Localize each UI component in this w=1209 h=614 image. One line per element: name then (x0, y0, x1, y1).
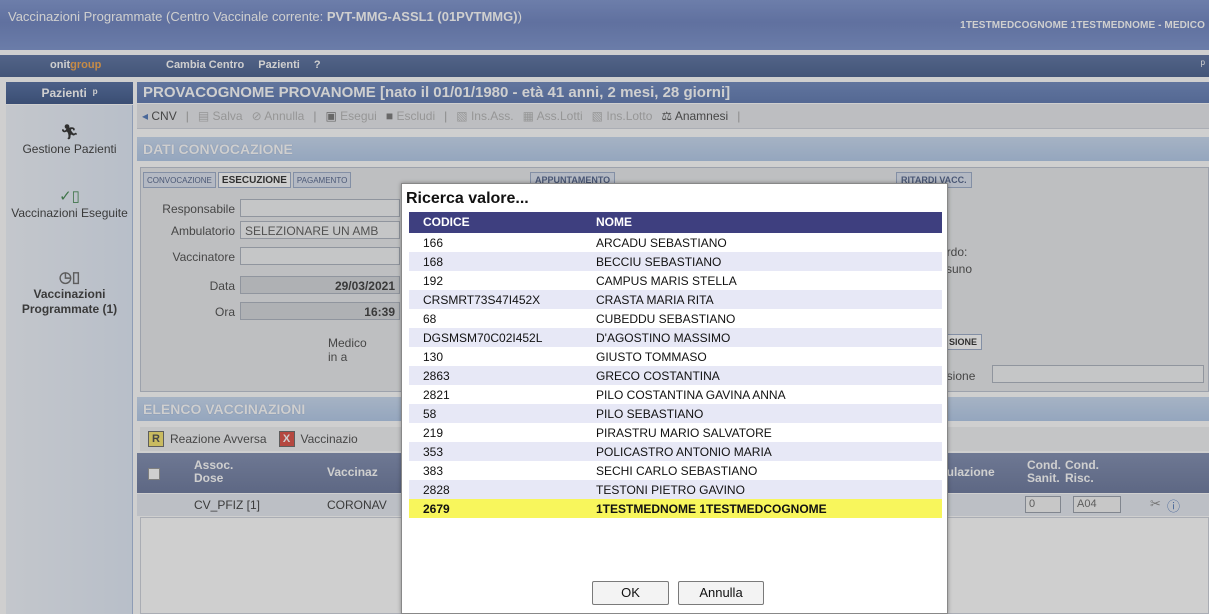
cell-codice: 2863 (423, 369, 450, 383)
cell-nome: PILO SEBASTIANO (596, 407, 704, 421)
cell-nome: CRASTA MARIA RITA (596, 293, 714, 307)
list-item[interactable]: 2828 TESTONI PIETRO GAVINO (409, 480, 942, 499)
cell-nome: GRECO COSTANTINA (596, 369, 720, 383)
cell-codice: 192 (423, 274, 444, 288)
ok-button[interactable]: OK (592, 581, 669, 605)
cell-codice: 2828 (423, 483, 450, 497)
cell-codice: 2679 (423, 502, 450, 516)
results-grid: CODICE NOME 166 ARCADU SEBASTIANO 168 BECCI… (409, 212, 942, 518)
cell-nome: CAMPUS MARIS STELLA (596, 274, 737, 288)
list-item[interactable]: 383 SECHI CARLO SEBASTIANO (409, 461, 942, 480)
cell-codice: DGSMSM70C02I452L (423, 331, 543, 345)
cell-codice: 383 (423, 464, 444, 478)
list-item[interactable]: 68 CUBEDDU SEBASTIANO (409, 309, 942, 328)
cell-codice: 130 (423, 350, 444, 364)
cell-nome: SECHI CARLO SEBASTIANO (596, 464, 758, 478)
cell-nome: CUBEDDU SEBASTIANO (596, 312, 736, 326)
col-codice: CODICE (423, 215, 470, 229)
col-nome: NOME (596, 215, 632, 229)
list-item[interactable]: 2821 PILO COSTANTINA GAVINA ANNA (409, 385, 942, 404)
dialog-title: Ricerca valore... (406, 190, 529, 207)
cell-nome: POLICASTRO ANTONIO MARIA (596, 445, 772, 459)
list-item[interactable]: 2863 GRECO COSTANTINA (409, 366, 942, 385)
cell-codice: 68 (423, 312, 437, 326)
grid-header: CODICE NOME (409, 212, 942, 233)
cell-nome: PILO COSTANTINA GAVINA ANNA (596, 388, 786, 402)
ricerca-valore-dialog: Ricerca valore... CODICE NOME 166 ARCADU … (401, 183, 948, 614)
cell-nome: BECCIU SEBASTIANO (596, 255, 722, 269)
cell-codice: CRSMRT73S47I452X (423, 293, 541, 307)
cell-codice: 353 (423, 445, 444, 459)
cell-nome: ARCADU SEBASTIANO (596, 236, 727, 250)
list-item[interactable]: 58 PILO SEBASTIANO (409, 404, 942, 423)
cell-codice: 166 (423, 236, 444, 250)
cell-nome: D'AGOSTINO MASSIMO (596, 331, 731, 345)
list-item[interactable]: 130 GIUSTO TOMMASO (409, 347, 942, 366)
grid-body: 166 ARCADU SEBASTIANO 168 BECCIU SEBASTIANO… (409, 233, 942, 518)
list-item[interactable]: 353 POLICASTRO ANTONIO MARIA (409, 442, 942, 461)
cell-codice: 168 (423, 255, 444, 269)
list-item[interactable]: 168 BECCIU SEBASTIANO (409, 252, 942, 271)
cell-nome: GIUSTO TOMMASO (596, 350, 707, 364)
list-item[interactable]: 2679 1TESTMEDNOME 1TESTMEDCOGNOME (409, 499, 942, 518)
cell-codice: 219 (423, 426, 444, 440)
list-item[interactable]: 192 CAMPUS MARIS STELLA (409, 271, 942, 290)
cell-nome: TESTONI PIETRO GAVINO (596, 483, 745, 497)
list-item[interactable]: 166 ARCADU SEBASTIANO (409, 233, 942, 252)
cell-nome: 1TESTMEDNOME 1TESTMEDCOGNOME (596, 502, 827, 516)
list-item[interactable]: DGSMSM70C02I452L D'AGOSTINO MASSIMO (409, 328, 942, 347)
cell-codice: 2821 (423, 388, 450, 402)
cell-codice: 58 (423, 407, 437, 421)
annulla-button[interactable]: Annulla (678, 581, 764, 605)
list-item[interactable]: 219 PIRASTRU MARIO SALVATORE (409, 423, 942, 442)
list-item[interactable]: CRSMRT73S47I452X CRASTA MARIA RITA (409, 290, 942, 309)
cell-nome: PIRASTRU MARIO SALVATORE (596, 426, 772, 440)
